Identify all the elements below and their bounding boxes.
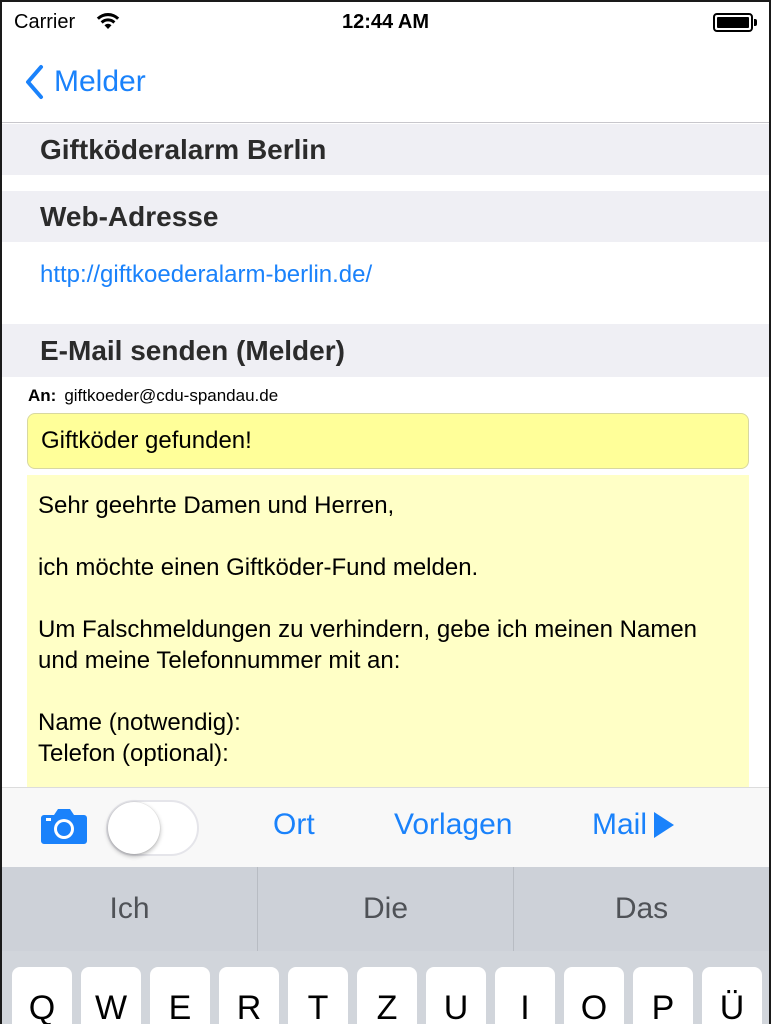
camera-icon[interactable] <box>40 807 88 850</box>
ort-button[interactable]: Ort <box>273 808 315 842</box>
key-o[interactable]: O <box>564 967 624 1024</box>
mail-button[interactable]: Mail <box>592 808 675 842</box>
to-address: giftkoeder@cdu-spandau.de <box>64 386 279 405</box>
key-q[interactable]: Q <box>12 967 72 1024</box>
predictive-suggestions: Ich Die Das <box>2 867 769 951</box>
toggle-knob <box>108 802 160 854</box>
key-i[interactable]: I <box>495 967 555 1024</box>
key-r[interactable]: R <box>219 967 279 1024</box>
suggestion-3[interactable]: Das <box>514 867 769 951</box>
section-email-header: E-Mail senden (Melder) <box>2 324 769 377</box>
key-p[interactable]: P <box>633 967 693 1024</box>
battery-icon <box>713 13 757 32</box>
status-bar: Carrier 12:44 AM <box>2 2 769 42</box>
key-ue[interactable]: Ü <box>702 967 762 1024</box>
key-e[interactable]: E <box>150 967 210 1024</box>
clock: 12:44 AM <box>341 11 430 33</box>
suggestion-2[interactable]: Die <box>258 867 514 951</box>
back-button[interactable]: Melder <box>24 62 146 102</box>
toggle-switch[interactable] <box>106 800 199 856</box>
key-z[interactable]: Z <box>357 967 417 1024</box>
mail-button-label: Mail <box>592 808 648 841</box>
play-arrow-icon <box>654 812 675 838</box>
chevron-left-icon <box>26 65 43 99</box>
email-body-textarea[interactable]: Sehr geehrte Damen und Herren, ich möcht… <box>27 475 749 787</box>
key-t[interactable]: T <box>288 967 348 1024</box>
recipient-row: An: giftkoeder@cdu-spandau.de <box>28 386 278 406</box>
key-u[interactable]: U <box>426 967 486 1024</box>
key-w[interactable]: W <box>81 967 141 1024</box>
keyboard: Ich Die Das Q W E R T Z U I O P Ü <box>2 867 769 1024</box>
bottom-toolbar: Ort Vorlagen Mail <box>2 787 769 867</box>
subject-text: Giftköder gefunden! <box>41 427 252 454</box>
section-web-header: Web-Adresse <box>2 191 769 242</box>
suggestion-1[interactable]: Ich <box>2 867 258 951</box>
app-screen: Carrier 12:44 AM Melder Giftköderalarm B… <box>0 0 771 1024</box>
vorlagen-button[interactable]: Vorlagen <box>394 808 512 842</box>
web-address-link[interactable]: http://giftkoederalarm-berlin.de/ <box>40 261 372 289</box>
navigation-bar: Melder <box>2 42 769 123</box>
subject-field[interactable]: Giftköder gefunden! <box>27 413 749 469</box>
section-title: Giftköderalarm Berlin <box>2 124 769 175</box>
to-label: An: <box>28 386 57 405</box>
back-button-label: Melder <box>54 65 146 98</box>
